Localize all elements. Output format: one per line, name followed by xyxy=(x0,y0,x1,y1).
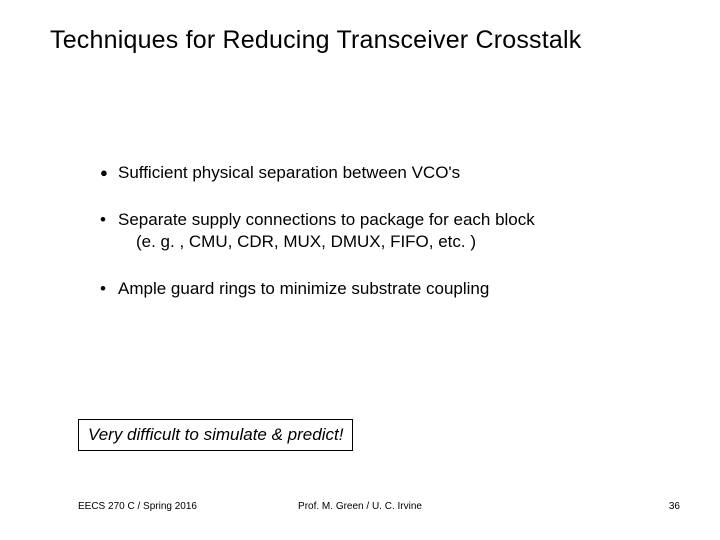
bullet-text: Ample guard rings to minimize substrate … xyxy=(118,278,640,299)
bullet-line: Separate supply connections to package f… xyxy=(118,210,535,229)
bullet-text: Sufficient physical separation between V… xyxy=(118,162,640,183)
bullet-subline: (e. g. , CMU, CDR, MUX, DMUX, FIFO, etc.… xyxy=(136,232,476,251)
footer-page-number: 36 xyxy=(669,501,680,512)
bullet-icon: ● xyxy=(100,165,118,186)
bullet-item: • Ample guard rings to minimize substrat… xyxy=(100,278,640,299)
bullet-list: ● Sufficient physical separation between… xyxy=(100,162,640,325)
note-box: Very difficult to simulate & predict! xyxy=(78,419,353,451)
slide: Techniques for Reducing Transceiver Cros… xyxy=(0,0,720,540)
bullet-icon: • xyxy=(100,209,118,252)
footer-center: Prof. M. Green / U. C. Irvine xyxy=(0,501,720,512)
bullet-item: ● Sufficient physical separation between… xyxy=(100,162,640,183)
slide-title: Techniques for Reducing Transceiver Cros… xyxy=(50,26,581,55)
bullet-text: Separate supply connections to package f… xyxy=(118,209,640,252)
bullet-item: • Separate supply connections to package… xyxy=(100,209,640,252)
bullet-icon: • xyxy=(100,278,118,299)
